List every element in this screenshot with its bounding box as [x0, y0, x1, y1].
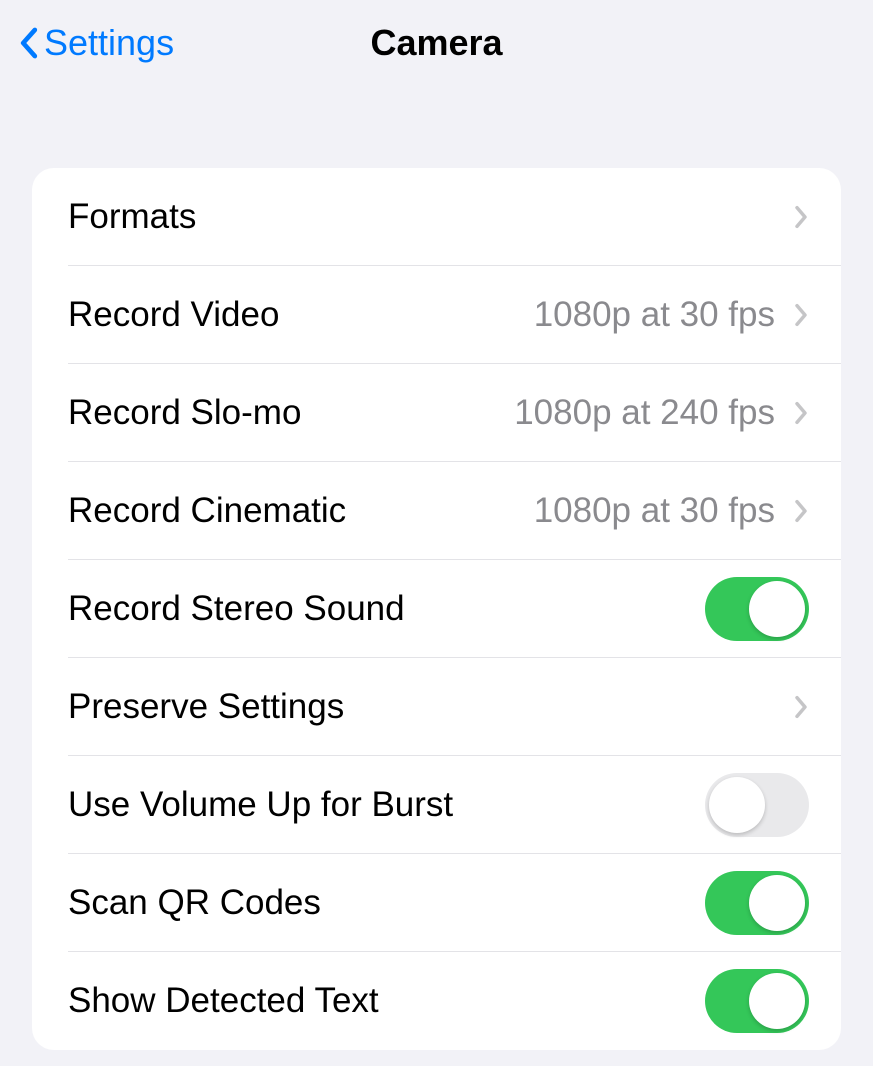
back-label: Settings [44, 22, 174, 64]
toggle-knob [709, 777, 765, 833]
row-label: Formats [68, 197, 196, 237]
page-title: Camera [370, 22, 502, 64]
row-accessory [793, 693, 809, 721]
row-record-slomo[interactable]: Record Slo-mo 1080p at 240 fps [32, 364, 841, 462]
row-label: Preserve Settings [68, 687, 344, 727]
toggle-volume-burst[interactable] [705, 773, 809, 837]
chevron-right-icon [793, 497, 809, 525]
row-record-video[interactable]: Record Video 1080p at 30 fps [32, 266, 841, 364]
chevron-left-icon [18, 25, 40, 61]
row-label: Record Cinematic [68, 491, 346, 531]
row-value: 1080p at 30 fps [534, 491, 775, 531]
settings-group: Formats Record Video 1080p at 30 fps Rec… [32, 168, 841, 1050]
row-label: Scan QR Codes [68, 883, 321, 923]
chevron-right-icon [793, 301, 809, 329]
row-label: Show Detected Text [68, 981, 379, 1021]
chevron-right-icon [793, 399, 809, 427]
row-scan-qr: Scan QR Codes [32, 854, 841, 952]
row-record-stereo: Record Stereo Sound [32, 560, 841, 658]
toggle-scan-qr[interactable] [705, 871, 809, 935]
toggle-detected-text[interactable] [705, 969, 809, 1033]
row-accessory: 1080p at 240 fps [514, 393, 809, 433]
toggle-knob [749, 875, 805, 931]
chevron-right-icon [793, 693, 809, 721]
row-label: Record Stereo Sound [68, 589, 405, 629]
row-volume-burst: Use Volume Up for Burst [32, 756, 841, 854]
row-label: Use Volume Up for Burst [68, 785, 453, 825]
row-accessory: 1080p at 30 fps [534, 491, 809, 531]
row-preserve-settings[interactable]: Preserve Settings [32, 658, 841, 756]
row-accessory [793, 203, 809, 231]
row-label: Record Video [68, 295, 279, 335]
row-formats[interactable]: Formats [32, 168, 841, 266]
row-value: 1080p at 30 fps [534, 295, 775, 335]
row-record-cinematic[interactable]: Record Cinematic 1080p at 30 fps [32, 462, 841, 560]
toggle-record-stereo[interactable] [705, 577, 809, 641]
content: Formats Record Video 1080p at 30 fps Rec… [0, 78, 873, 1050]
toggle-knob [749, 973, 805, 1029]
chevron-right-icon [793, 203, 809, 231]
navigation-bar: Settings Camera [0, 0, 873, 78]
back-button[interactable]: Settings [18, 22, 174, 64]
toggle-knob [749, 581, 805, 637]
row-detected-text: Show Detected Text [32, 952, 841, 1050]
row-label: Record Slo-mo [68, 393, 301, 433]
row-accessory: 1080p at 30 fps [534, 295, 809, 335]
row-value: 1080p at 240 fps [514, 393, 775, 433]
